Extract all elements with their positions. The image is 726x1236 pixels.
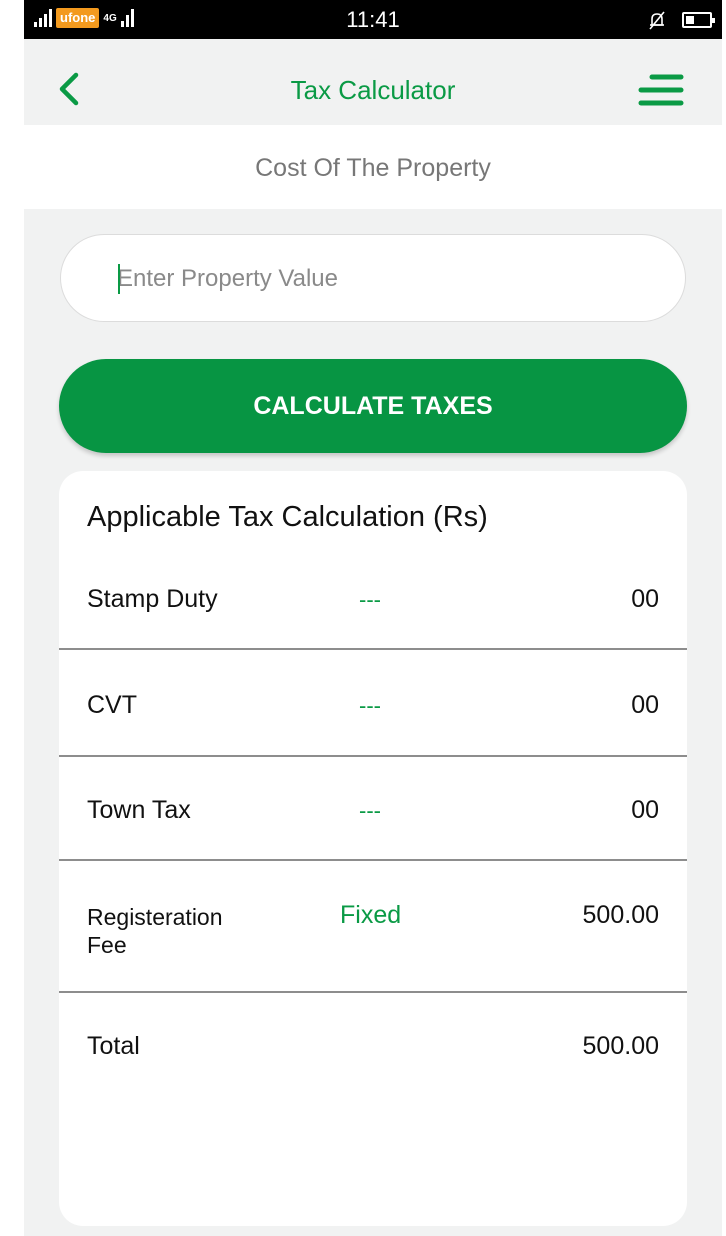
text-caret	[118, 264, 120, 294]
total-label: Total	[87, 1032, 140, 1060]
row-label-line2: Fee	[87, 932, 127, 958]
silent-icon	[649, 11, 665, 30]
app-bar: Tax Calculator	[24, 39, 722, 125]
row-rate: ---	[359, 798, 381, 823]
row-divider	[59, 755, 687, 757]
row-label: Stamp Duty	[87, 585, 218, 613]
status-bar: ufone 4G 11:41	[24, 0, 722, 39]
battery-icon	[682, 12, 715, 28]
row-divider	[59, 859, 687, 861]
row-rate: ---	[359, 587, 381, 612]
row-divider	[59, 991, 687, 993]
row-divider	[59, 648, 687, 650]
total-value: 500.00	[582, 1032, 659, 1060]
row-label: Town Tax	[87, 796, 191, 824]
tax-calculation-card: Applicable Tax Calculation (Rs) Stamp Du…	[59, 471, 687, 1226]
row-value: 500.00	[582, 901, 659, 929]
row-label: CVT	[87, 691, 137, 719]
page-title: Tax Calculator	[290, 75, 456, 105]
row-label-line1: Registeration	[87, 904, 223, 930]
row-value: 00	[631, 796, 659, 824]
row-value: 00	[631, 691, 659, 719]
row-label: Registeration Fee	[87, 903, 223, 959]
row-rate: Fixed	[340, 901, 402, 929]
row-rate: ---	[359, 693, 381, 718]
screen: ufone 4G 11:41 Tax Calculator Cost Of Th…	[24, 0, 722, 1236]
card-title: Applicable Tax Calculation (Rs)	[87, 501, 488, 533]
calculate-taxes-button[interactable]: CALCULATE TAXES	[59, 359, 687, 453]
property-value-field[interactable]	[60, 234, 686, 322]
menu-icon[interactable]	[638, 72, 684, 108]
row-value: 00	[631, 585, 659, 613]
status-right	[646, 9, 715, 31]
section-title: Cost Of The Property	[24, 125, 722, 209]
property-value-input[interactable]	[117, 259, 637, 299]
status-time: 11:41	[346, 7, 400, 32]
